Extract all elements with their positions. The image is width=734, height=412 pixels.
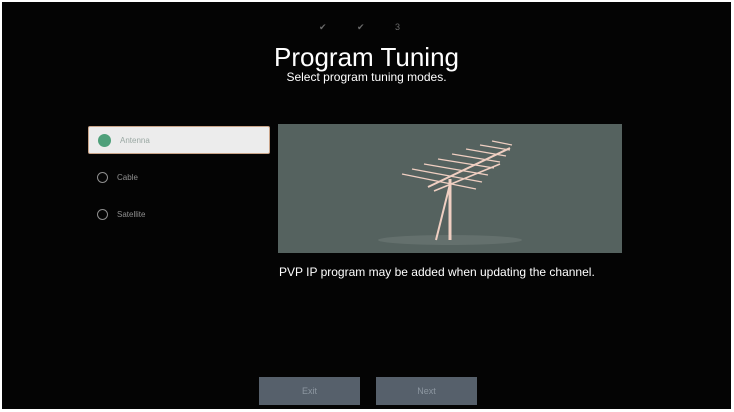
mode-label: Antenna bbox=[120, 135, 150, 145]
mode-option-satellite[interactable]: Satellite bbox=[88, 200, 270, 228]
page-title: Program Tuning bbox=[274, 42, 459, 72]
radio-unselected-icon bbox=[97, 208, 108, 220]
tv-screen: ✔ ✔ 3 Program Tuning Select program tuni… bbox=[2, 2, 731, 409]
exit-button[interactable]: Exit bbox=[259, 377, 360, 405]
tuning-mode-list: Antenna Cable Satellite bbox=[88, 126, 270, 237]
mode-label: Satellite bbox=[117, 209, 146, 219]
mode-option-cable[interactable]: Cable bbox=[88, 163, 270, 191]
radio-selected-icon bbox=[98, 133, 111, 147]
next-button[interactable]: Next bbox=[376, 377, 477, 405]
update-note: PVP IP program may be added when updatin… bbox=[279, 265, 595, 279]
mode-option-antenna[interactable]: Antenna bbox=[88, 126, 270, 154]
mode-label: Cable bbox=[117, 172, 138, 182]
antenna-icon bbox=[378, 140, 522, 245]
radio-unselected-icon bbox=[97, 171, 108, 183]
mode-preview-panel bbox=[278, 124, 622, 253]
step-indicator: ✔ ✔ 3 bbox=[318, 22, 415, 32]
page-subtitle: Select program tuning modes. bbox=[286, 70, 447, 84]
